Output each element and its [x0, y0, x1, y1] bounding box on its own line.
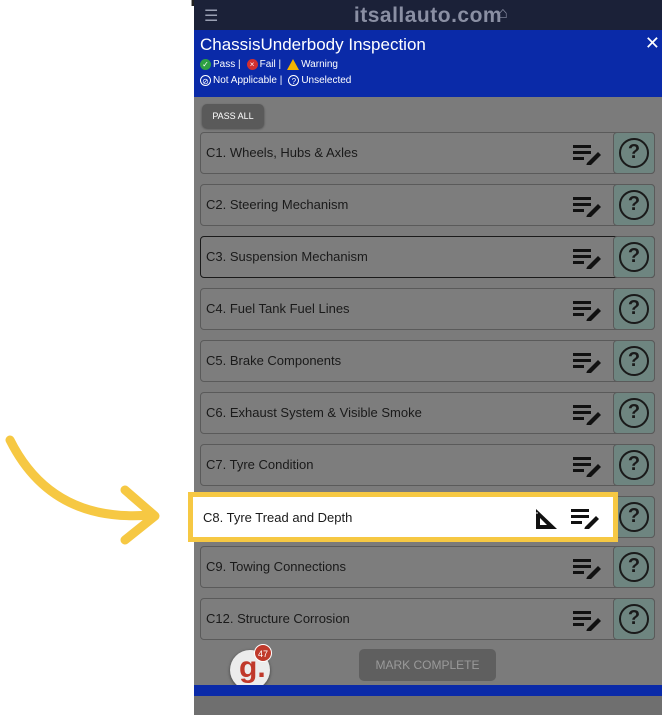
item-label: C3. Suspension Mechanism — [206, 249, 368, 264]
question-icon: ? — [619, 502, 649, 532]
question-icon: ? — [619, 450, 649, 480]
bottom-area — [194, 696, 662, 715]
legend-row-2: ⊘ Not Applicable | ? Unselected — [200, 75, 351, 86]
item-label: C4. Fuel Tank Fuel Lines — [206, 301, 350, 316]
item-label: C1. Wheels, Hubs & Axles — [206, 145, 358, 160]
help-button[interactable]: ? — [613, 392, 655, 434]
g-badge[interactable]: g. 47 — [230, 644, 272, 690]
item-label: C2. Steering Mechanism — [206, 197, 349, 212]
brand-title: itsallauto.com — [353, 4, 503, 27]
notes-icon[interactable] — [573, 299, 603, 321]
question-icon: ? — [619, 398, 649, 428]
legend-row-1: ✓ Pass | × Fail | Warning — [200, 59, 338, 70]
fail-icon: × — [246, 59, 258, 70]
pass-icon: ✓ — [200, 59, 211, 70]
inspection-item-row[interactable]: C5. Brake Components? — [200, 340, 655, 382]
help-button[interactable]: ? — [613, 598, 655, 640]
legend-not-applicable: Not Applicable | — [213, 75, 283, 86]
question-icon: ? — [619, 552, 649, 582]
home-icon[interactable]: ⌂ — [498, 5, 508, 23]
inspection-title: ChassisUnderbody Inspection — [200, 35, 426, 54]
notes-icon[interactable] — [573, 403, 603, 425]
question-icon: ? — [619, 242, 649, 272]
legend-unselected: Unselected — [301, 75, 352, 86]
inspection-item-row[interactable]: C1. Wheels, Hubs & Axles? — [200, 132, 655, 174]
notes-icon[interactable] — [571, 507, 601, 529]
help-button[interactable]: ? — [613, 132, 655, 174]
notes-icon[interactable] — [573, 143, 603, 165]
mark-complete-button[interactable]: MARK COMPLETE — [359, 649, 496, 681]
question-icon: ? — [619, 346, 649, 376]
screen: ing ☰ itsallauto.com ⌂ ChassisUnderbody … — [0, 0, 662, 715]
help-button[interactable]: ? — [613, 184, 655, 226]
inspection-header: ChassisUnderbody Inspection ✕ ✓ Pass | ×… — [194, 30, 662, 97]
item-label: C9. Towing Connections — [206, 559, 346, 574]
help-button[interactable]: ? — [613, 340, 655, 382]
inspection-item-row[interactable]: C3. Suspension Mechanism? — [200, 236, 655, 278]
inspection-item-row[interactable]: C2. Steering Mechanism? — [200, 184, 655, 226]
app-bar: ☰ itsallauto.com ⌂ — [194, 0, 662, 30]
inspection-item-row[interactable]: C7. Tyre Condition? — [200, 444, 655, 486]
question-icon: ? — [619, 294, 649, 324]
help-button[interactable]: ? — [613, 546, 655, 588]
pass-all-button[interactable]: PASS ALL — [202, 104, 264, 128]
help-button[interactable]: ? — [613, 496, 655, 538]
item-label: C12. Structure Corrosion — [206, 611, 350, 626]
inspection-item-row[interactable]: C12. Structure Corrosion? — [200, 598, 655, 640]
notes-icon[interactable] — [573, 247, 603, 269]
inspection-item-row[interactable]: C4. Fuel Tank Fuel Lines? — [200, 288, 655, 330]
notes-icon[interactable] — [573, 609, 603, 631]
bottom-bar — [194, 685, 662, 696]
notes-icon[interactable] — [573, 195, 603, 217]
notes-icon[interactable] — [573, 455, 603, 477]
inspection-item-row[interactable]: C6. Exhaust System & Visible Smoke? — [200, 392, 655, 434]
item-label: C8. Tyre Tread and Depth — [203, 510, 353, 525]
notification-count: 47 — [254, 644, 272, 662]
help-button[interactable]: ? — [613, 236, 655, 278]
warning-icon — [287, 59, 300, 70]
inspection-item-row[interactable]: C9. Towing Connections? — [200, 546, 655, 588]
question-icon: ? — [619, 190, 649, 220]
close-icon[interactable]: ✕ — [645, 33, 660, 54]
legend-warning: Warning — [301, 59, 338, 70]
legend-pass: Pass | — [213, 59, 241, 70]
app-window: ☰ itsallauto.com ⌂ ChassisUnderbody Insp… — [194, 0, 662, 715]
item-label: C5. Brake Components — [206, 353, 342, 368]
help-button[interactable]: ? — [613, 444, 655, 486]
help-button[interactable]: ? — [613, 288, 655, 330]
item-label: C7. Tyre Condition — [206, 457, 314, 472]
item-label: C6. Exhaust System & Visible Smoke — [206, 405, 422, 420]
notes-icon[interactable] — [573, 557, 603, 579]
not-applicable-icon: ⊘ — [200, 75, 211, 86]
notes-icon[interactable] — [573, 351, 603, 373]
unselected-icon: ? — [288, 75, 300, 86]
measure-icon[interactable] — [533, 507, 559, 531]
highlighted-item-c8[interactable]: C8. Tyre Tread and Depth — [188, 492, 618, 542]
legend-fail: Fail | — [259, 59, 282, 70]
question-icon: ? — [619, 604, 649, 634]
pointer-arrow-icon — [5, 435, 160, 545]
question-icon: ? — [619, 138, 649, 168]
